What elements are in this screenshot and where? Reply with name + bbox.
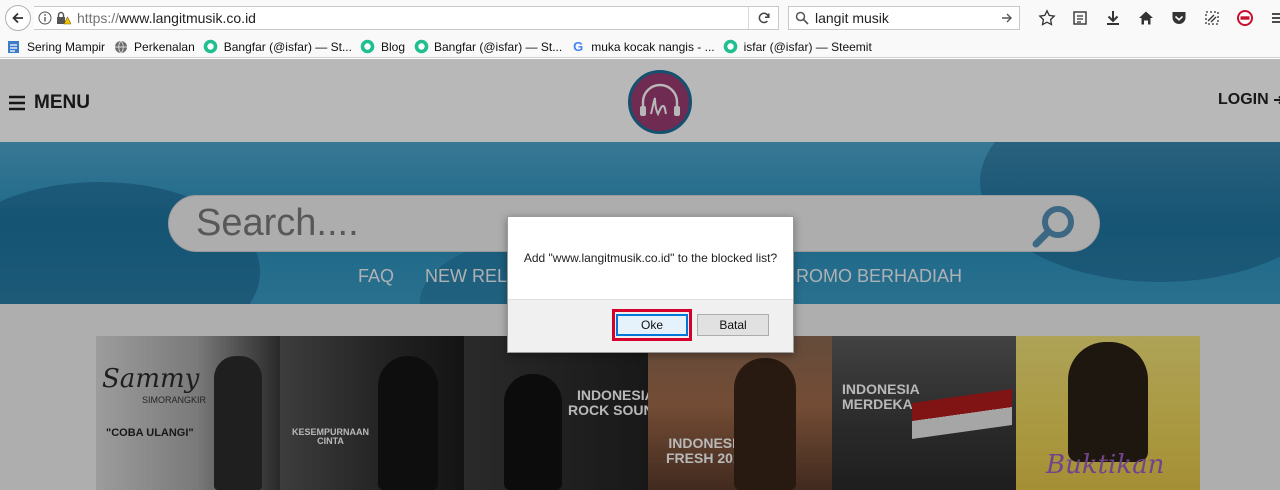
address-bar[interactable]: https://www.langitmusik.co.id [34, 6, 779, 30]
steemit-icon [360, 39, 376, 55]
dialog-footer: Oke Batal [508, 299, 793, 352]
star-icon[interactable] [1030, 6, 1063, 30]
steemit-icon [723, 39, 739, 55]
reading-list-icon[interactable] [1063, 6, 1096, 30]
page-icon [6, 39, 22, 55]
browser-nav-bar: https://www.langitmusik.co.id langit mus… [0, 0, 1280, 36]
home-icon[interactable] [1129, 6, 1162, 30]
bookmark-item[interactable]: G muka kocak nangis - ... [570, 39, 714, 55]
steemit-icon [203, 39, 219, 55]
url-scheme: https:// [77, 10, 120, 26]
dialog-body: Add "www.langitmusik.co.id" to the block… [508, 217, 793, 299]
url-host: www.langitmusik.co.id [119, 10, 256, 26]
back-button[interactable] [5, 5, 31, 31]
url-text: https://www.langitmusik.co.id [77, 10, 256, 26]
screenshot-icon[interactable] [1195, 6, 1228, 30]
back-arrow-icon [12, 12, 23, 24]
search-query: langit musik [815, 10, 889, 26]
reload-button[interactable] [748, 7, 778, 29]
reload-icon [758, 12, 770, 24]
bookmark-label: isfar (@isfar) — Steemit [743, 39, 872, 54]
bookmark-label: muka kocak nangis - ... [591, 39, 715, 54]
browser-search-box[interactable]: langit musik [788, 6, 1020, 30]
bookmark-item[interactable]: Blog [360, 39, 405, 55]
search-icon [795, 11, 809, 25]
bookmark-item[interactable]: isfar (@isfar) — Steemit [723, 39, 872, 55]
bookmark-label: Bangfar (@isfar) — St... [223, 39, 352, 54]
info-icon[interactable] [38, 11, 52, 25]
bookmark-item[interactable]: Sering Mampir [6, 39, 105, 55]
insecure-lock-icon[interactable] [55, 11, 71, 25]
browser-toolbar [1030, 6, 1280, 30]
cancel-button[interactable]: Batal [697, 314, 769, 336]
adblock-icon[interactable] [1228, 6, 1261, 30]
bookmark-label: Sering Mampir [27, 39, 106, 54]
globe-icon [113, 39, 129, 55]
google-icon: G [573, 39, 584, 54]
dialog-message: Add "www.langitmusik.co.id" to the block… [523, 251, 778, 265]
block-confirm-dialog: Add "www.langitmusik.co.id" to the block… [507, 216, 794, 353]
go-arrow-icon[interactable] [1001, 12, 1013, 24]
bookmark-label: Blog [380, 39, 405, 54]
bookmark-item[interactable]: Bangfar (@isfar) — St... [413, 39, 562, 55]
hamburger-menu-icon[interactable] [1261, 6, 1280, 30]
pocket-icon[interactable] [1162, 6, 1195, 30]
bookmark-label: Perkenalan [134, 39, 195, 54]
bookmark-item[interactable]: Perkenalan [113, 39, 195, 55]
bookmarks-toolbar: Sering Mampir Perkenalan Bangfar (@isfar… [0, 36, 1280, 58]
bookmark-label: Bangfar (@isfar) — St... [434, 39, 563, 54]
bookmark-item[interactable]: Bangfar (@isfar) — St... [203, 39, 352, 55]
ok-button[interactable]: Oke [616, 314, 688, 336]
steemit-icon [413, 39, 429, 55]
download-icon[interactable] [1096, 6, 1129, 30]
